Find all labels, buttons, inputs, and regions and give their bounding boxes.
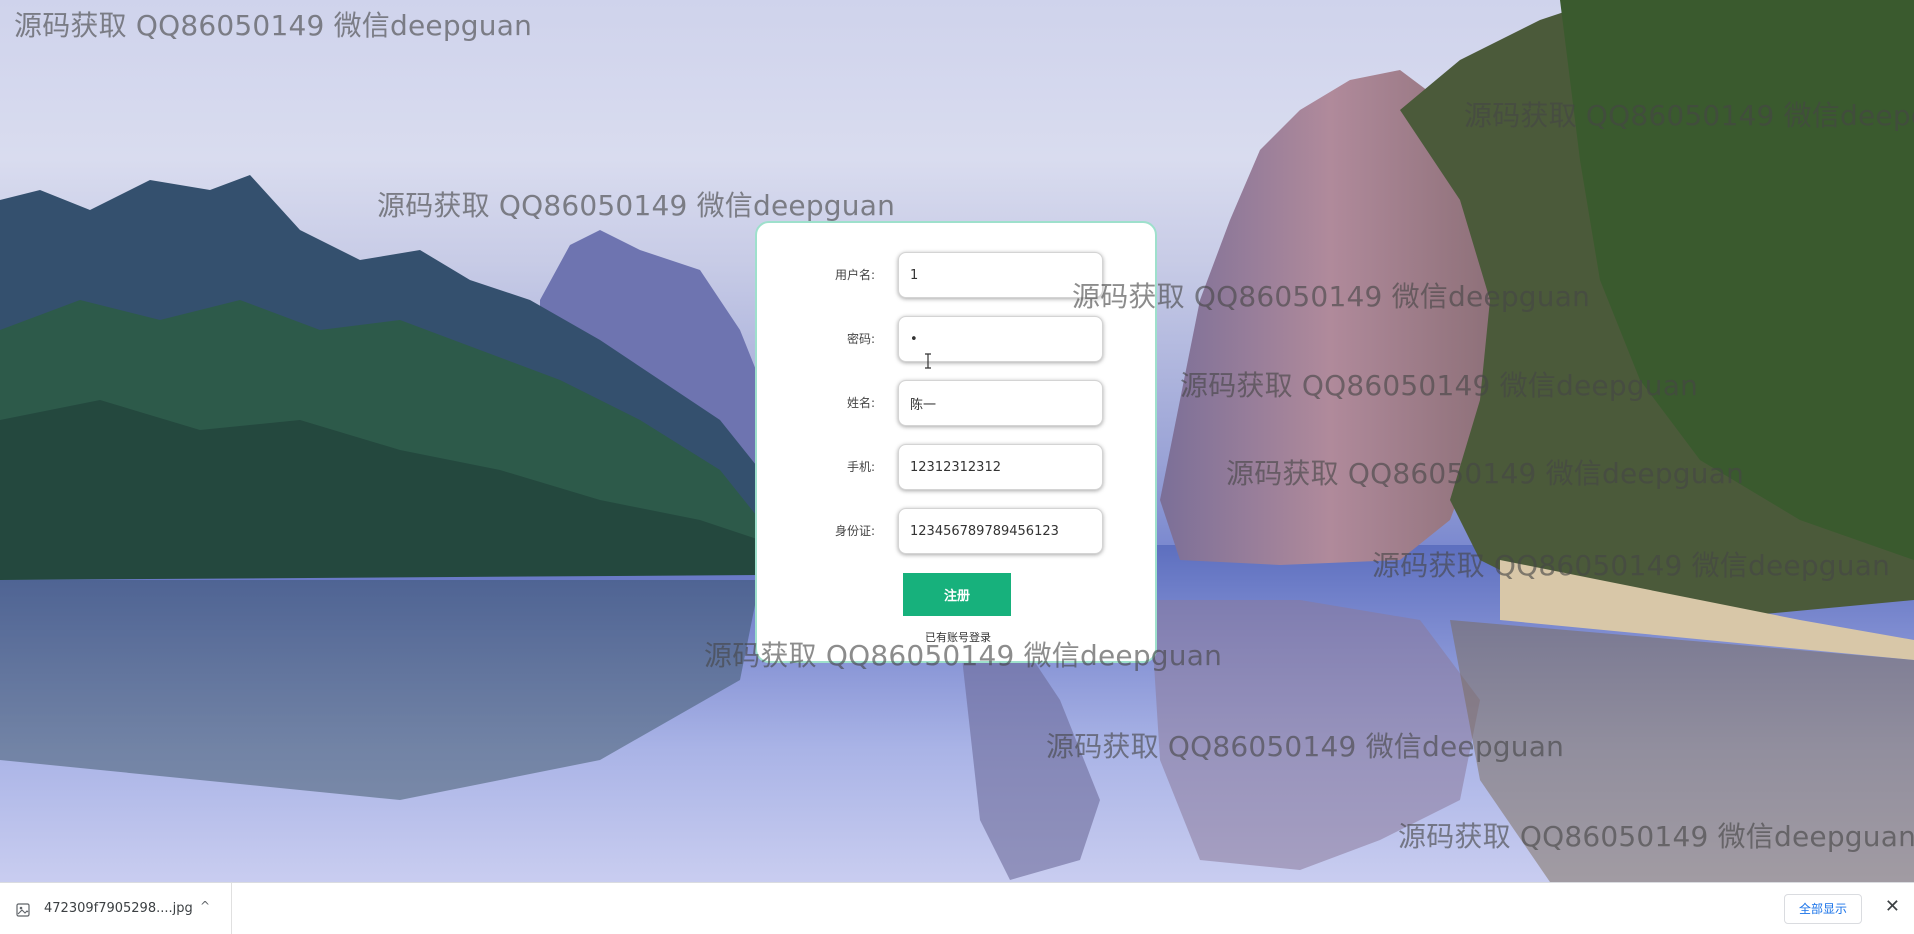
chevron-up-icon[interactable]: ^ [200, 899, 210, 913]
download-file-name: 472309f7905298....jpg [44, 901, 193, 916]
download-item[interactable]: 472309f7905298....jpg ^ [0, 883, 232, 934]
login-link[interactable]: 已有账号登录 [757, 629, 1159, 645]
name-input[interactable] [898, 380, 1103, 426]
show-all-button[interactable]: 全部显示 [1783, 894, 1862, 924]
image-file-icon [16, 902, 30, 917]
register-form: 用户名: 密码: 姓名: 手机: 身份证: 注册 已有账号登录 [755, 221, 1157, 663]
text-cursor-icon [924, 353, 931, 369]
phone-row: 手机: [757, 444, 1159, 490]
id-card-input[interactable] [898, 508, 1103, 554]
download-bar: 472309f7905298....jpg ^ 全部显示 ✕ [0, 882, 1914, 934]
username-input[interactable] [898, 252, 1103, 298]
id-card-row: 身份证: [757, 508, 1159, 554]
phone-input[interactable] [898, 444, 1103, 490]
name-label: 姓名: [846, 396, 875, 410]
id-card-label: 身份证: [834, 524, 875, 538]
username-row: 用户名: [757, 252, 1159, 298]
close-icon[interactable]: ✕ [1885, 896, 1900, 917]
phone-label: 手机: [846, 460, 875, 474]
password-label: 密码: [846, 332, 875, 346]
password-row: 密码: [757, 316, 1159, 362]
username-label: 用户名: [834, 268, 875, 282]
register-button[interactable]: 注册 [903, 573, 1011, 616]
name-row: 姓名: [757, 380, 1159, 426]
